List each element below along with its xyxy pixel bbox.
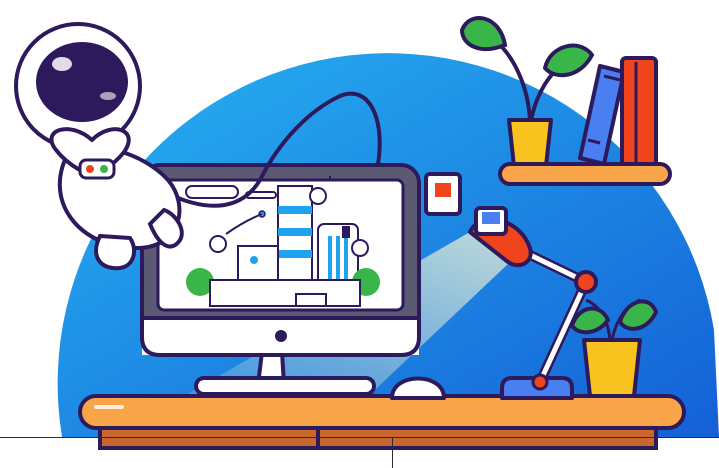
- desk-icon: [78, 394, 686, 450]
- footer-rule: [0, 437, 719, 438]
- shelf-board: [498, 162, 672, 186]
- leaf-icon: [459, 16, 508, 51]
- pot-icon: [507, 118, 553, 168]
- workspace-illustration: [14, 16, 719, 450]
- power-button-icon: [275, 330, 287, 342]
- astronaut-icon: [14, 22, 184, 271]
- footer-divider: [392, 437, 393, 468]
- mouse-icon: [390, 376, 446, 400]
- leaf-icon: [542, 43, 595, 78]
- sticky-note-icon: [424, 172, 462, 216]
